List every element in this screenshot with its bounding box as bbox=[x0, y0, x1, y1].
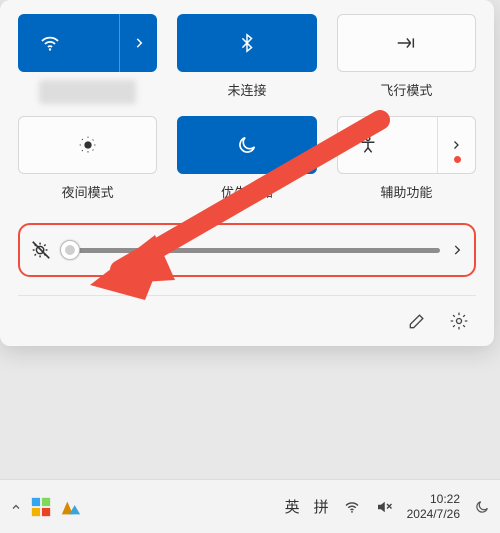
bluetooth-icon bbox=[236, 32, 258, 54]
start-icon[interactable] bbox=[30, 496, 52, 518]
tile-wifi-wrap bbox=[18, 14, 157, 104]
tile-airplane[interactable] bbox=[337, 14, 476, 72]
brightness-slider-thumb[interactable] bbox=[60, 240, 80, 260]
tile-accessibility-label: 辅助功能 bbox=[380, 182, 432, 201]
settings-button[interactable] bbox=[448, 310, 470, 332]
brightness-muted-icon bbox=[30, 239, 52, 261]
tile-accessibility-expand[interactable] bbox=[437, 117, 475, 173]
tile-nightlight[interactable] bbox=[18, 116, 157, 174]
annotation-dot bbox=[454, 156, 461, 163]
tile-nightlight-label: 夜间模式 bbox=[62, 182, 114, 201]
taskbar-date: 2024/7/26 bbox=[407, 507, 460, 521]
taskbar-chevron-icon[interactable] bbox=[10, 501, 22, 513]
taskbar-time: 10:22 bbox=[407, 492, 460, 506]
edit-button[interactable] bbox=[406, 310, 428, 332]
taskbar: 英 拼 10:22 2024/7/26 bbox=[0, 479, 500, 533]
tile-dnd-label: 优先通知 bbox=[221, 182, 273, 201]
brightness-slider-annotated bbox=[18, 223, 476, 277]
ime-lang[interactable]: 英 bbox=[285, 496, 300, 517]
tile-accessibility-wrap: 辅助功能 bbox=[337, 116, 476, 201]
brightness-slider[interactable] bbox=[62, 248, 440, 253]
quick-settings-grid: 未连接 飞行模式 bbox=[18, 14, 476, 201]
tray-focus-icon[interactable] bbox=[474, 499, 490, 515]
tile-airplane-label: 飞行模式 bbox=[380, 80, 432, 99]
tile-nightlight-wrap: 夜间模式 bbox=[18, 116, 157, 201]
wifi-icon bbox=[18, 14, 81, 72]
tile-wifi[interactable] bbox=[18, 14, 157, 72]
tile-airplane-wrap: 飞行模式 bbox=[337, 14, 476, 104]
tile-bluetooth-wrap: 未连接 bbox=[177, 14, 316, 104]
ime-mode[interactable]: 拼 bbox=[314, 496, 329, 517]
tile-wifi-expand[interactable] bbox=[119, 14, 157, 72]
moon-icon bbox=[236, 134, 258, 156]
tray-wifi-icon[interactable] bbox=[343, 498, 361, 516]
tile-bluetooth-label: 未连接 bbox=[227, 80, 266, 99]
panel-footer bbox=[18, 295, 476, 336]
tile-accessibility[interactable] bbox=[337, 116, 476, 174]
tile-wifi-label bbox=[39, 80, 137, 104]
airplane-icon bbox=[395, 32, 417, 54]
tray-volume-muted-icon[interactable] bbox=[375, 498, 393, 516]
taskbar-datetime[interactable]: 10:22 2024/7/26 bbox=[407, 492, 460, 521]
taskbar-app-icon[interactable] bbox=[60, 496, 82, 518]
tile-bluetooth[interactable] bbox=[177, 14, 316, 72]
nightlight-icon bbox=[77, 134, 99, 156]
quick-settings-panel: 未连接 飞行模式 bbox=[0, 0, 494, 346]
tile-dnd[interactable] bbox=[177, 116, 316, 174]
tile-dnd-wrap: 优先通知 bbox=[177, 116, 316, 201]
brightness-expand[interactable] bbox=[450, 243, 464, 257]
accessibility-icon bbox=[338, 117, 399, 173]
